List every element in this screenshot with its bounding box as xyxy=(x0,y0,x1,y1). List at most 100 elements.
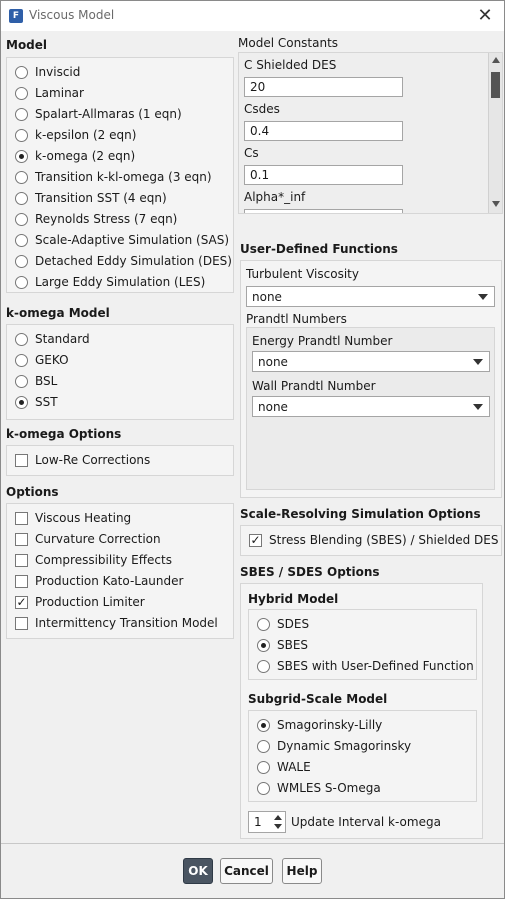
option-label: Reynolds Stress (7 eqn) xyxy=(35,212,178,226)
radio-button[interactable] xyxy=(15,254,28,268)
model-option-sas[interactable]: Scale-Adaptive Simulation (SAS) xyxy=(15,231,229,249)
model-constants-title: Model Constants xyxy=(238,36,339,50)
komega-option-standard[interactable]: Standard xyxy=(15,330,90,348)
radio-button[interactable] xyxy=(257,617,270,631)
scroll-down-icon[interactable] xyxy=(492,201,500,207)
srs-options-group: ✓ Stress Blending (SBES) / Shielded DES xyxy=(240,525,502,556)
radio-button[interactable] xyxy=(15,353,28,367)
radio-button[interactable] xyxy=(15,128,28,142)
hybrid-option-sdes[interactable]: SDES xyxy=(257,615,309,633)
checkbox[interactable] xyxy=(15,553,28,567)
checkmark-icon[interactable]: ✓ xyxy=(15,595,28,609)
checkmark-icon[interactable]: ✓ xyxy=(249,533,262,547)
option-label: k-epsilon (2 eqn) xyxy=(35,128,137,142)
radio-button[interactable] xyxy=(257,760,270,774)
model-option-inviscid[interactable]: Inviscid xyxy=(15,63,80,81)
checkbox[interactable] xyxy=(15,532,28,546)
radio-button[interactable] xyxy=(15,374,28,388)
close-icon[interactable]: ✕ xyxy=(474,5,496,27)
option-label: Intermittency Transition Model xyxy=(35,616,218,630)
subgrid-option-dynamic-smagorinsky[interactable]: Dynamic Smagorinsky xyxy=(257,737,411,755)
spin-down-icon[interactable] xyxy=(274,824,282,829)
radio-button[interactable] xyxy=(15,65,28,79)
constants-scrollbar[interactable] xyxy=(488,53,502,213)
radio-button[interactable] xyxy=(257,781,270,795)
options-section-title: Options xyxy=(6,485,59,499)
radio-button[interactable] xyxy=(15,233,28,247)
option-label: Spalart-Allmaras (1 eqn) xyxy=(35,107,182,121)
update-interval-stepper[interactable]: 1 xyxy=(248,811,286,833)
radio-button[interactable] xyxy=(257,659,270,673)
checkbox[interactable] xyxy=(15,616,28,630)
hybrid-option-sbes[interactable]: SBES xyxy=(257,636,308,654)
production-kato-launder-checkbox[interactable]: Production Kato-Launder xyxy=(15,572,183,590)
update-interval-value[interactable]: 1 xyxy=(254,815,262,829)
option-label: Smagorinsky-Lilly xyxy=(277,718,383,732)
ok-button[interactable]: OK xyxy=(183,858,213,884)
scroll-up-icon[interactable] xyxy=(492,57,500,63)
csdes-input[interactable]: 0.4 xyxy=(244,121,403,141)
model-option-reynolds-stress[interactable]: Reynolds Stress (7 eqn) xyxy=(15,210,177,228)
model-option-k-epsilon[interactable]: k-epsilon (2 eqn) xyxy=(15,126,136,144)
c-shielded-des-input[interactable]: 20 xyxy=(244,77,403,97)
udf-group: Turbulent Viscosity none Prandtl Numbers… xyxy=(240,260,502,498)
komega-option-bsl[interactable]: BSL xyxy=(15,372,57,390)
radio-button[interactable] xyxy=(15,107,28,121)
radio-button[interactable] xyxy=(257,718,270,732)
radio-button[interactable] xyxy=(15,275,28,289)
alpha-inf-input[interactable] xyxy=(244,209,403,213)
option-label: Detached Eddy Simulation (DES) xyxy=(35,254,232,268)
model-option-laminar[interactable]: Laminar xyxy=(15,84,84,102)
radio-button[interactable] xyxy=(15,149,28,163)
stress-blending-checkbox[interactable]: ✓ Stress Blending (SBES) / Shielded DES xyxy=(249,531,498,549)
model-option-des[interactable]: Detached Eddy Simulation (DES) xyxy=(15,252,232,270)
turbulent-viscosity-select[interactable]: none xyxy=(246,286,495,307)
srs-options-section-title: Scale-Resolving Simulation Options xyxy=(240,507,481,521)
cancel-button[interactable]: Cancel xyxy=(220,858,273,884)
radio-button[interactable] xyxy=(15,86,28,100)
option-label: SBES xyxy=(277,638,309,652)
komega-option-sst[interactable]: SST xyxy=(15,393,58,411)
checkbox[interactable] xyxy=(15,453,28,467)
radio-button[interactable] xyxy=(257,638,270,652)
viscous-heating-checkbox[interactable]: Viscous Heating xyxy=(15,509,131,527)
model-constants-panel[interactable]: C Shielded DES 20 Csdes 0.4 Cs 0.1 Alpha… xyxy=(238,52,503,214)
radio-button[interactable] xyxy=(15,332,28,346)
hybrid-option-sbes-udf[interactable]: SBES with User-Defined Function xyxy=(257,657,474,675)
low-re-corrections-checkbox[interactable]: Low-Re Corrections xyxy=(15,451,150,469)
wall-prandtl-select[interactable]: none xyxy=(252,396,490,417)
option-label: Transition k-kl-omega (3 eqn) xyxy=(35,170,212,184)
model-option-transition-sst[interactable]: Transition SST (4 eqn) xyxy=(15,189,167,207)
model-option-spalart-allmaras[interactable]: Spalart-Allmaras (1 eqn) xyxy=(15,105,182,123)
subgrid-option-wmles-s-omega[interactable]: WMLES S-Omega xyxy=(257,779,381,797)
komega-model-section-title: k-omega Model xyxy=(6,306,110,320)
compressibility-effects-checkbox[interactable]: Compressibility Effects xyxy=(15,551,172,569)
chevron-down-icon xyxy=(478,294,488,300)
update-interval-label: Update Interval k-omega xyxy=(291,815,441,829)
subgrid-scale-model-title: Subgrid-Scale Model xyxy=(248,692,388,706)
production-limiter-checkbox[interactable]: ✓ Production Limiter xyxy=(15,593,145,611)
checkbox[interactable] xyxy=(15,574,28,588)
intermittency-transition-checkbox[interactable]: Intermittency Transition Model xyxy=(15,614,218,632)
energy-prandtl-select[interactable]: none xyxy=(252,351,490,372)
radio-button[interactable] xyxy=(15,170,28,184)
radio-button[interactable] xyxy=(15,395,28,409)
komega-option-geko[interactable]: GEKO xyxy=(15,351,69,369)
radio-button[interactable] xyxy=(15,191,28,205)
help-button[interactable]: Help xyxy=(282,858,322,884)
model-option-k-omega[interactable]: k-omega (2 eqn) xyxy=(15,147,135,165)
radio-button[interactable] xyxy=(257,739,270,753)
subgrid-option-wale[interactable]: WALE xyxy=(257,758,311,776)
option-label: Inviscid xyxy=(35,65,81,79)
option-label: Viscous Heating xyxy=(35,511,132,525)
scroll-thumb[interactable] xyxy=(491,72,500,98)
curvature-correction-checkbox[interactable]: Curvature Correction xyxy=(15,530,161,548)
radio-button[interactable] xyxy=(15,212,28,226)
checkbox[interactable] xyxy=(15,511,28,525)
spin-up-icon[interactable] xyxy=(274,815,282,820)
model-option-les[interactable]: Large Eddy Simulation (LES) xyxy=(15,273,205,291)
cs-input[interactable]: 0.1 xyxy=(244,165,403,185)
model-option-transition-k-kl-omega[interactable]: Transition k-kl-omega (3 eqn) xyxy=(15,168,212,186)
fluent-app-icon: F xyxy=(9,9,23,23)
subgrid-option-smagorinsky-lilly[interactable]: Smagorinsky-Lilly xyxy=(257,716,382,734)
